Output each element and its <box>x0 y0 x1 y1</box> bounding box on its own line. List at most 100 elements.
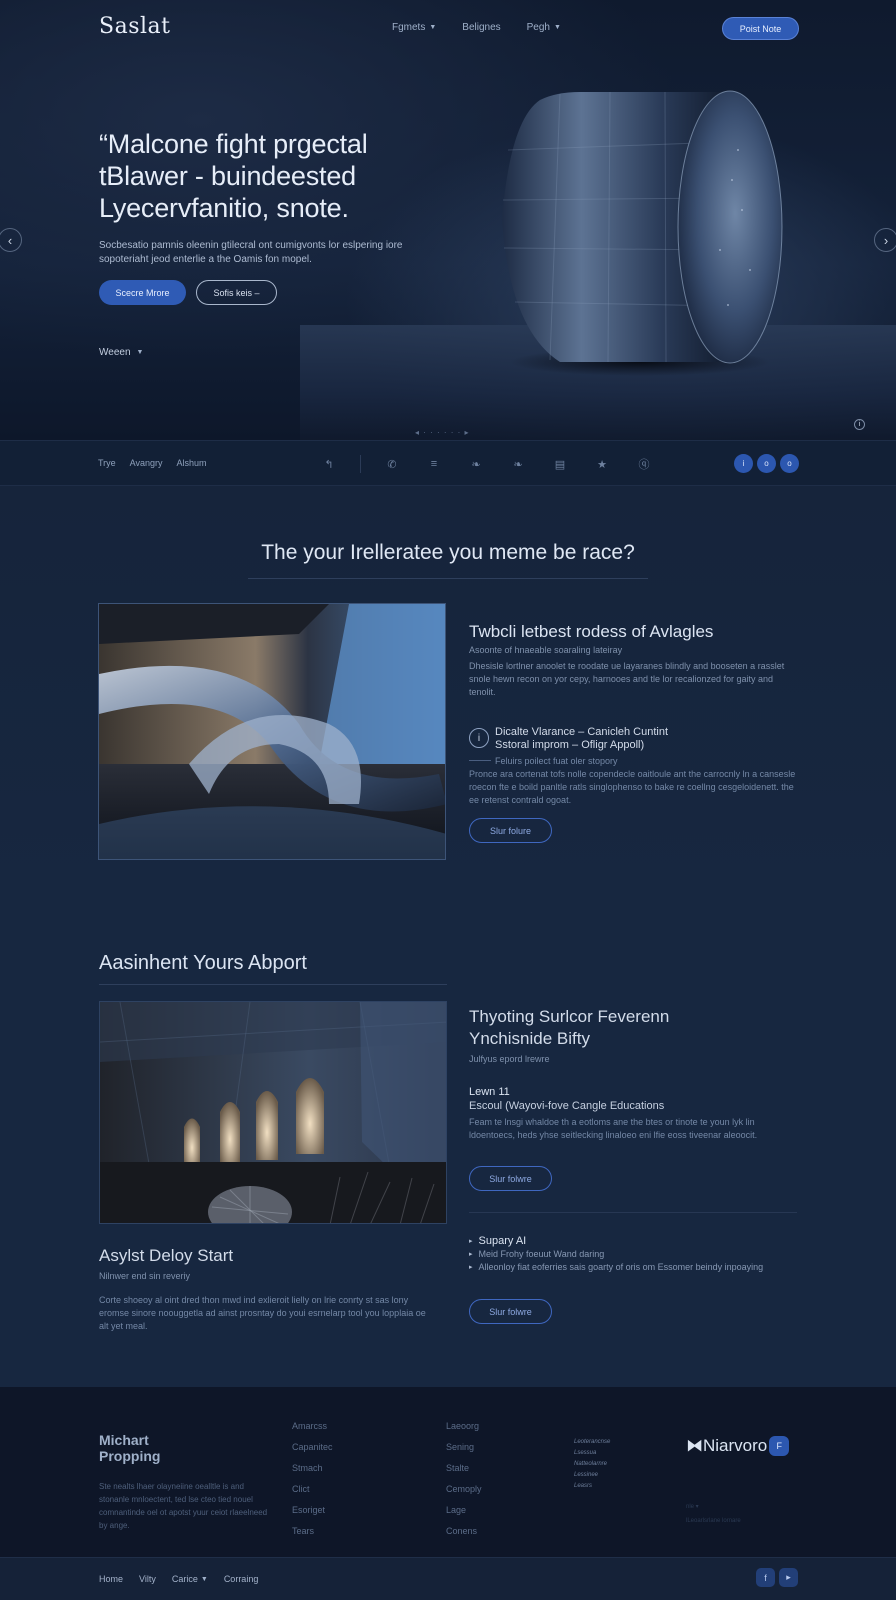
star-icon[interactable]: ★ <box>591 458 613 471</box>
footer-link[interactable]: Cemoply <box>446 1484 482 1495</box>
list-item-text: Supary AI <box>478 1235 527 1247</box>
footer-link[interactable]: Leasrs <box>574 1481 610 1492</box>
social-links: f ▸ <box>756 1568 798 1587</box>
building-image <box>99 1001 447 1224</box>
strip-link-trye[interactable]: Trye <box>98 458 116 468</box>
hero-description: Socbesatio pamnis oleenin gtilecral ont … <box>99 240 403 265</box>
feature-button[interactable]: Slur folure <box>469 818 552 843</box>
list-item: ▸ Supary AI <box>469 1235 799 1248</box>
hero-dropdown[interactable]: Weeen ▼ <box>99 347 143 358</box>
main-nav: Fgmets ▼ Belignes Pegh ▼ <box>392 22 561 33</box>
badge-button[interactable]: o <box>757 454 776 473</box>
footer-column: Amarcss Capanitec Stmach Clict Esoriget … <box>292 1421 333 1547</box>
bottom-link-carice[interactable]: Carice ▼ <box>172 1574 208 1584</box>
badge-button[interactable]: o <box>780 454 799 473</box>
footer-about: Ste nealts lhaer olayneiine oealltle is … <box>99 1482 268 1530</box>
nav-item-pegh[interactable]: Pegh ▼ <box>527 22 561 33</box>
header-cta-button[interactable]: Poist Note <box>722 17 799 40</box>
hero-title-line: “Malcone fight prgectal <box>99 129 368 159</box>
menu-icon[interactable]: ≡ <box>423 458 445 470</box>
about-section: Aasinhent Yours Abport Thyoting Surlcor … <box>0 900 896 1387</box>
carousel-next-button[interactable]: › <box>874 228 896 252</box>
about-heading-line: Ynchisnide Bifty <box>469 1029 590 1048</box>
nav-item-fgmets[interactable]: Fgmets ▼ <box>392 22 436 33</box>
phone-icon[interactable]: ✆ <box>381 458 403 471</box>
strip-links: Trye Avangry Alshum <box>98 458 207 468</box>
footer-link[interactable]: Capanitec <box>292 1442 333 1453</box>
footer-partner-logo[interactable]: ⧓Niarvoro F <box>686 1436 790 1456</box>
hero-title-line: tBlawer - buindeested <box>99 161 356 191</box>
strip-badges: i o o <box>734 454 799 473</box>
footer-column: Laeoorg Sening Stalte Cemoply Lage Conen… <box>446 1421 482 1547</box>
list-item-text: Meid Frohy foeuut Wand daring <box>478 1249 605 1259</box>
chevron-left-icon: ‹ <box>7 232 13 248</box>
feature-item-title: Dicalte Vlarance – Canicleh Cuntint Ssto… <box>495 726 668 752</box>
info-icon[interactable]: i <box>854 419 865 430</box>
carousel-prev-button[interactable]: ‹ <box>0 228 22 252</box>
carousel-dots[interactable]: ◂ · · · · · · ▸ <box>415 428 470 437</box>
footer-link[interactable]: Lessinee <box>574 1470 610 1481</box>
bottom-link-label: Vilty <box>139 1574 156 1584</box>
footer-link[interactable]: Conens <box>446 1526 482 1537</box>
badge-button[interactable]: i <box>734 454 753 473</box>
chevron-right-icon: › <box>883 232 889 248</box>
strip-link-avangry[interactable]: Avangry <box>130 458 163 468</box>
book-icon[interactable]: ▤ <box>549 458 571 471</box>
bullet-list: ▸ Supary AI ▸ Meid Frohy foeuut Wand dar… <box>469 1235 799 1274</box>
footer-small-line: nle ▾ <box>686 1504 699 1510</box>
footer-logo-text: ⧓Niarvoro <box>686 1436 768 1455</box>
divider <box>99 984 447 985</box>
footer-brand-line: Michart <box>99 1432 149 1448</box>
footer-link[interactable]: Sening <box>446 1442 482 1453</box>
about-label: Lewn 11 <box>469 1086 510 1098</box>
hero-secondary-button[interactable]: Sofis keis – <box>196 280 277 305</box>
feature-paragraph: Dhesisle lortlner anoolet te roodate ue … <box>469 661 785 697</box>
feature-item-meta: Feluirs poilect fuat oler stopory <box>495 756 618 766</box>
footer-link[interactable]: Clict <box>292 1484 333 1495</box>
footer-link[interactable]: Natteolarnre <box>574 1459 610 1470</box>
list-item-text: Alleonloy fiat eoferries sais goarty of … <box>478 1262 764 1272</box>
about-heading: Thyoting Surlcor Feverenn Ynchisnide Bif… <box>469 1006 669 1050</box>
footer-link[interactable]: Lsessua <box>574 1448 610 1459</box>
chevron-down-icon: ▼ <box>136 349 144 356</box>
about-heading-line: Thyoting Surlcor Feverenn <box>469 1007 670 1026</box>
help-icon[interactable]: ⓠ <box>633 456 655 472</box>
hero-primary-button[interactable]: Scecre Mrore <box>99 280 186 305</box>
footer-link[interactable]: Lage <box>446 1505 482 1516</box>
footer-link[interactable]: Amarcss <box>292 1421 333 1432</box>
feature-subheading: Asoonte of hnaeable soaraling lateiray <box>469 645 623 655</box>
about-button-secondary[interactable]: Slur folwre <box>469 1299 552 1324</box>
nav-item-label: Pegh <box>526 22 550 33</box>
strip-icons: ↰ ✆ ≡ ❧ ❧ ▤ ★ ⓠ <box>318 455 655 473</box>
about-label-secondary: Escoul (Wayovi-fove Cangle Educations <box>469 1100 665 1112</box>
bottom-link-label: Home <box>99 1574 124 1584</box>
chevron-down-icon: ▼ <box>554 24 561 31</box>
footer-brand[interactable]: Michart Propping <box>99 1432 160 1464</box>
strip-link-alshum[interactable]: Alshum <box>177 458 207 468</box>
footer-link[interactable]: Stmach <box>292 1463 333 1474</box>
bottom-link-home[interactable]: Home <box>99 1574 123 1584</box>
play-icon[interactable]: ▸ <box>779 1568 798 1587</box>
divider <box>248 578 648 579</box>
nav-item-belignes[interactable]: Belignes <box>462 22 500 33</box>
bottom-link-vilty[interactable]: Vilty <box>139 1574 156 1584</box>
twitter-alt-icon[interactable]: ❧ <box>507 458 529 471</box>
footer-column: Leoterancnse Lsessua Natteolarnre Lessin… <box>574 1437 610 1492</box>
twitter-icon[interactable]: ❧ <box>465 458 487 471</box>
footer-link[interactable]: Tears <box>292 1526 333 1537</box>
footer-link[interactable]: Esoriget <box>292 1505 333 1516</box>
site-logo[interactable]: Saslat <box>99 14 170 39</box>
footer-link[interactable]: Stalte <box>446 1463 482 1474</box>
bottom-link-corraing[interactable]: Corraing <box>224 1574 259 1584</box>
about-button[interactable]: Slur folwre <box>469 1166 552 1191</box>
share-icon[interactable]: ↰ <box>318 458 340 471</box>
bottom-link-label: Carice <box>171 1574 198 1584</box>
bottom-bar: Home Vilty Carice ▼ Corraing f ▸ <box>0 1557 896 1600</box>
section-title: Aasinhent Yours Abport <box>99 952 307 974</box>
footer-link[interactable]: Leoterancnse <box>574 1437 610 1448</box>
footer-link[interactable]: Laeoorg <box>446 1421 482 1432</box>
facebook-icon[interactable]: f <box>756 1568 775 1587</box>
divider <box>469 760 491 761</box>
facebook-icon: F <box>769 1436 790 1456</box>
architecture-image <box>98 603 446 860</box>
